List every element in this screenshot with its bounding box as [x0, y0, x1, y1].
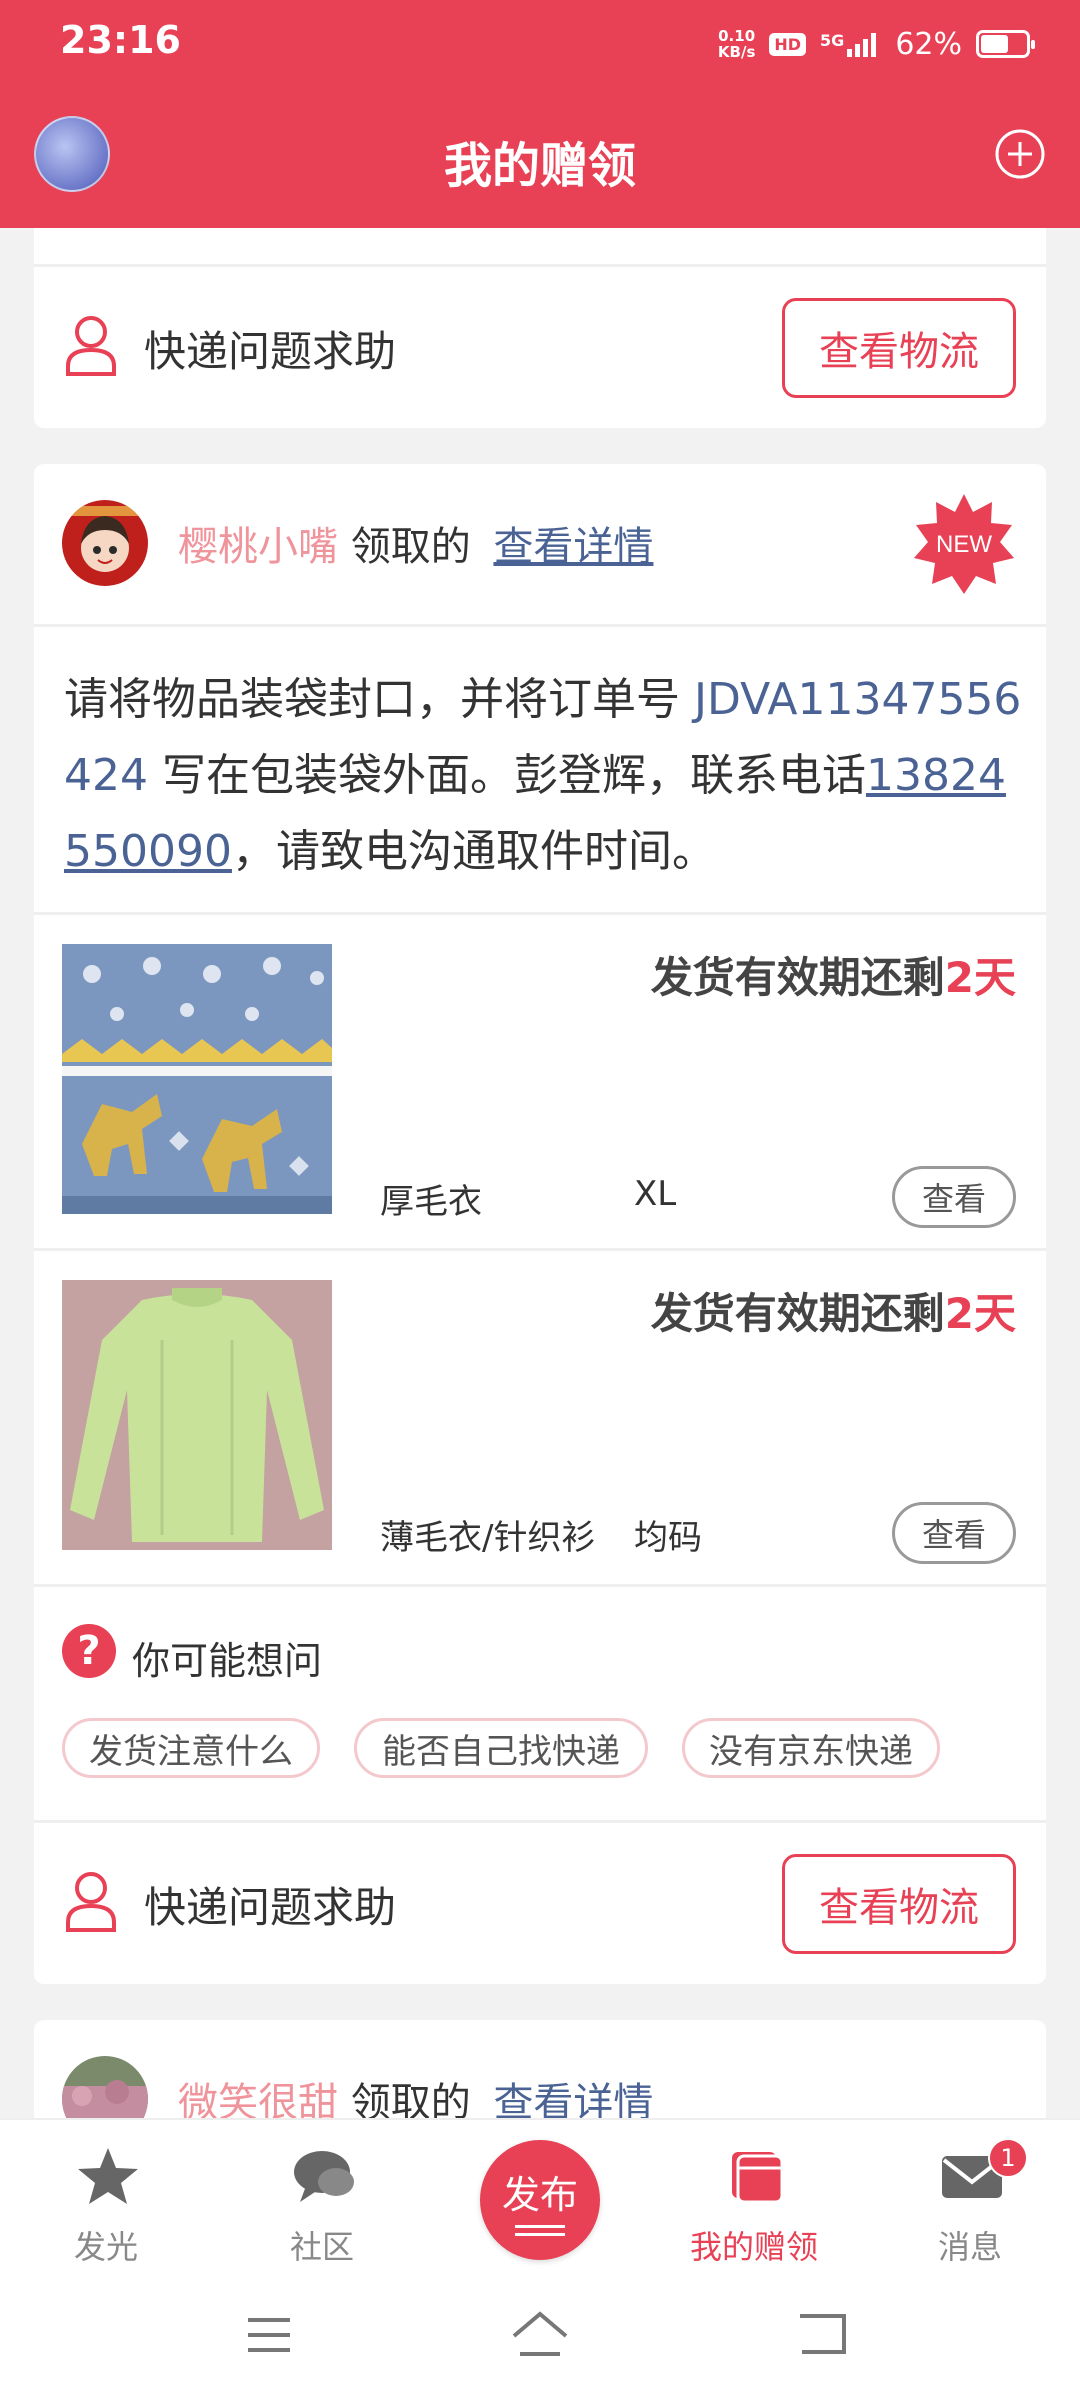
- tab-label: 我的赠领: [689, 2228, 818, 2266]
- publish-icon: [515, 2225, 565, 2228]
- help-row[interactable]: 快递问题求助 查看物流: [34, 266, 1046, 426]
- tab-my-gifts[interactable]: 我的赠领: [654, 2120, 854, 2280]
- star-icon: [78, 2148, 138, 2204]
- battery-icon: [976, 30, 1035, 58]
- giver-name[interactable]: 樱桃小嘴: [178, 524, 338, 570]
- new-badge-icon: NEW: [914, 494, 1014, 594]
- item-name: 厚毛衣: [380, 1182, 482, 1222]
- view-item-button[interactable]: 查看: [892, 1166, 1016, 1228]
- home-icon[interactable]: [510, 2310, 570, 2358]
- item-name: 薄毛衣/针织衫: [380, 1518, 596, 1558]
- back-icon[interactable]: [798, 2312, 848, 2356]
- card-divider: [34, 1584, 1046, 1587]
- claimed-text: 领取的: [350, 2080, 471, 2118]
- app-header: 23:16 0.10 KB/s HD 5G 62% 我的赠领: [0, 0, 1080, 228]
- item-image-thick-sweater[interactable]: [62, 944, 332, 1214]
- tab-label: 消息: [937, 2228, 1002, 2266]
- publish-label: 发布: [501, 2173, 578, 2217]
- help-text: 快递问题求助: [144, 327, 397, 376]
- tab-community[interactable]: 社区: [222, 2120, 422, 2280]
- help-text: 快递问题求助: [144, 1883, 397, 1932]
- message-part-2: 写在包装袋外面。彭登辉，联系电话: [147, 750, 866, 801]
- battery-fill: [981, 35, 1008, 53]
- claim-card-previous: 快递问题求助 查看物流: [34, 228, 1046, 428]
- gift-box-icon: [732, 2152, 784, 2204]
- signal-icon: 5G: [820, 31, 881, 57]
- chat-bubble-icon: [294, 2151, 354, 2202]
- signal-label: 5G: [820, 31, 845, 50]
- hd-icon: HD: [769, 32, 807, 56]
- view-item-button[interactable]: 查看: [892, 1502, 1016, 1564]
- giver-avatar-image: [62, 2056, 148, 2118]
- message-count-badge: 1: [988, 2138, 1028, 2178]
- help-row[interactable]: 快递问题求助 查看物流: [34, 1822, 1046, 1982]
- tab-shine[interactable]: 发光: [6, 2120, 206, 2280]
- shipping-instructions: 请将物品装袋封口，并将订单号 JDVA11347556424 写在包装袋外面。彭…: [64, 662, 1024, 890]
- tab-label: 发光: [73, 2228, 138, 2266]
- item-row: 发货有效期还剩2天 厚毛衣 XL 查看: [34, 914, 1046, 1248]
- giver-name[interactable]: 微笑很甜: [178, 2080, 338, 2118]
- shipping-deadline: 发货有效期还剩2天: [651, 1280, 1016, 1341]
- signal-bars-icon: [847, 33, 877, 57]
- view-details-link[interactable]: 查看详情: [493, 2080, 653, 2118]
- giver-row: 樱桃小嘴 领取的 查看详情 NEW: [34, 464, 1046, 624]
- system-navigation-bar: [0, 2278, 1080, 2400]
- menu-icon[interactable]: [246, 2316, 292, 2354]
- network-speed-unit: KB/s: [717, 43, 756, 61]
- status-indicators: 0.10 KB/s HD 5G 62%: [718, 22, 1035, 66]
- giver-avatar[interactable]: [62, 2056, 148, 2118]
- publish-icon-line: [515, 2233, 565, 2236]
- deadline-days: 2天: [944, 1289, 1016, 1338]
- network-speed-value: 0.10: [718, 27, 756, 45]
- item-size: 均码: [634, 1518, 702, 1558]
- publish-button[interactable]: 发布: [480, 2140, 600, 2260]
- deadline-prefix: 发货有效期还剩: [650, 953, 945, 1002]
- bottom-tab-bar: 发光 社区 发布 我的赠领 1 消息: [0, 2118, 1080, 2278]
- message-part-1: 请将物品装袋封口，并将订单号: [64, 674, 694, 725]
- add-circle-icon[interactable]: [994, 128, 1046, 180]
- faq-chip[interactable]: 发货注意什么: [62, 1718, 320, 1778]
- status-time: 23:16: [60, 18, 181, 62]
- status-bar: 23:16 0.10 KB/s HD 5G 62%: [0, 0, 1080, 84]
- tab-messages[interactable]: 1 消息: [870, 2120, 1070, 2280]
- network-speed: 0.10 KB/s: [718, 28, 755, 60]
- faq-chip[interactable]: 没有京东快递: [682, 1718, 940, 1778]
- nav-bar: 我的赠领: [0, 100, 1080, 210]
- claim-card-next: 微笑很甜 领取的 查看详情: [34, 2020, 1046, 2118]
- person-icon: [66, 1872, 116, 1932]
- view-logistics-button[interactable]: 查看物流: [782, 298, 1016, 398]
- tab-label: 社区: [289, 2228, 354, 2266]
- giver-line: 微笑很甜 领取的 查看详情: [178, 2070, 653, 2118]
- deadline-days: 2天: [944, 953, 1016, 1002]
- question-icon: ?: [62, 1624, 116, 1678]
- shipping-deadline: 发货有效期还剩2天: [651, 944, 1016, 1005]
- item-row: 发货有效期还剩2天 薄毛衣/针织衫 均码 查看: [34, 1250, 1046, 1584]
- message-part-3: ，请致电沟通取件时间。: [231, 826, 716, 877]
- giver-avatar-image: [62, 500, 148, 586]
- claimed-text: 领取的: [350, 524, 471, 570]
- page-title: 我的赠领: [443, 138, 636, 194]
- giver-avatar[interactable]: [62, 500, 148, 586]
- view-details-link[interactable]: 查看详情: [493, 524, 653, 570]
- new-badge-text: NEW: [936, 531, 992, 558]
- card-divider: [34, 624, 1046, 627]
- item-image-thin-sweater[interactable]: [62, 1280, 332, 1550]
- giver-line: 樱桃小嘴 领取的 查看详情: [178, 514, 653, 572]
- faq-title: 你可能想问: [132, 1639, 323, 1683]
- item-size: XL: [634, 1174, 677, 1214]
- faq-chip[interactable]: 能否自己找快递: [354, 1718, 648, 1778]
- view-logistics-button[interactable]: 查看物流: [782, 1854, 1016, 1954]
- person-icon: [66, 316, 116, 376]
- claim-card: 樱桃小嘴 领取的 查看详情 NEW 请将物品装袋封口，并将订单号 JDVA113…: [34, 464, 1046, 1984]
- battery-percent: 62%: [895, 26, 962, 62]
- deadline-prefix: 发货有效期还剩: [650, 1289, 945, 1338]
